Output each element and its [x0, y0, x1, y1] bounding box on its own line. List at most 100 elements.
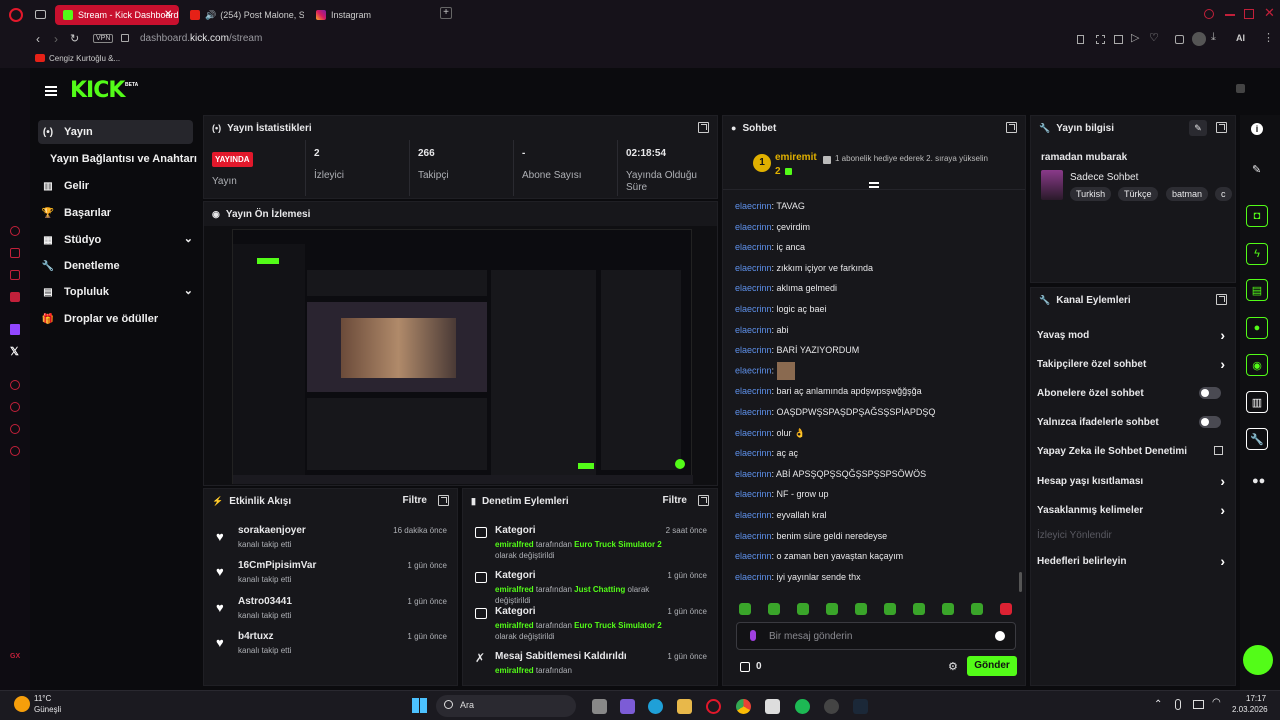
- player-icon[interactable]: ▷: [1131, 31, 1139, 44]
- vpn-badge[interactable]: VPN: [93, 34, 114, 43]
- close-window-button[interactable]: ✕: [1264, 5, 1275, 21]
- emotes-only-toggle[interactable]: [1199, 416, 1221, 428]
- sidebar-x-icon[interactable]: 𝕏: [10, 345, 19, 358]
- emote-icon[interactable]: [884, 603, 896, 615]
- chat-username[interactable]: elaecrinn: [735, 242, 772, 252]
- nav-yayin-baglantisi[interactable]: Yayın Bağlantısı ve Anahtarı: [50, 147, 220, 171]
- help-chat-button[interactable]: [1243, 645, 1273, 675]
- category-name[interactable]: Sadece Sohbet: [1070, 172, 1138, 183]
- emote-icon[interactable]: [971, 603, 983, 615]
- chat-username[interactable]: elaecrinn: [735, 572, 772, 582]
- follower-name[interactable]: b4rtuxz: [238, 631, 274, 642]
- opera-taskbar-icon[interactable]: [706, 699, 721, 714]
- collapse-icon[interactable]: [869, 182, 879, 188]
- pin-icon[interactable]: [1077, 35, 1084, 44]
- chat-username[interactable]: elaecrinn: [735, 448, 772, 458]
- action-banned-words[interactable]: Yasaklanmış kelimeler ›: [1037, 499, 1225, 521]
- popout-icon[interactable]: [698, 495, 709, 506]
- emote-icon[interactable]: [826, 603, 838, 615]
- rail-layout-button[interactable]: ▥: [1246, 391, 1268, 413]
- action-account-age[interactable]: Hesap yaşı kısıtlaması ›: [1037, 470, 1225, 492]
- info-icon[interactable]: i: [1251, 123, 1263, 135]
- download-icon[interactable]: ⤓: [1211, 31, 1216, 44]
- mic-tray-icon[interactable]: [1175, 699, 1181, 710]
- action-goals[interactable]: Hedefleri belirleyin ›: [1037, 550, 1225, 572]
- maximize-button[interactable]: [1244, 9, 1254, 19]
- action-slow-mode[interactable]: Yavaş mod ›: [1037, 324, 1225, 346]
- emote-icon[interactable]: [739, 603, 751, 615]
- pencil-icon[interactable]: ✎: [1252, 163, 1261, 176]
- weather-icon[interactable]: [14, 696, 30, 712]
- tabs-icon[interactable]: [1114, 35, 1123, 44]
- search-tabs-icon[interactable]: [1204, 9, 1214, 19]
- nav-gelir[interactable]: ▥ Gelir: [38, 174, 193, 198]
- tab-youtube[interactable]: 🔊 (254) Post Malone, Sw: [182, 5, 304, 25]
- menu-icon[interactable]: ⋮: [1263, 31, 1274, 44]
- pinned-username[interactable]: emiremit: [775, 152, 817, 163]
- rail-broadcast-button[interactable]: ◉: [1246, 354, 1268, 376]
- new-tab-button[interactable]: +: [440, 7, 452, 19]
- sidebar-messenger-icon[interactable]: [10, 292, 20, 302]
- follower-name[interactable]: sorakaenjoyer: [238, 525, 306, 536]
- chat-username[interactable]: elaecrinn: [735, 551, 772, 561]
- chat-username[interactable]: elaecrinn: [735, 469, 772, 479]
- chrome-icon[interactable]: [736, 699, 751, 714]
- tab-close-icon[interactable]: ✕: [164, 9, 172, 20]
- opera-logo-icon[interactable]: [9, 8, 23, 22]
- clock-time[interactable]: 17:17: [1246, 694, 1266, 703]
- mic-icon[interactable]: [750, 630, 756, 641]
- widgets-icon[interactable]: [620, 699, 635, 714]
- chat-scrollbar[interactable]: [1019, 572, 1022, 592]
- sidebar-player-icon[interactable]: [10, 380, 20, 390]
- chat-username[interactable]: elaecrinn: [735, 510, 772, 520]
- tag-pill[interactable]: Türkçe: [1118, 187, 1158, 201]
- snapshot-icon[interactable]: [1096, 35, 1105, 44]
- chat-username[interactable]: elaecrinn: [735, 283, 772, 293]
- chat-input[interactable]: Bir mesaj gönderin: [736, 622, 1016, 650]
- nav-yayin[interactable]: (•) Yayın: [38, 120, 193, 144]
- nav-basarilar[interactable]: 🏆 Başarılar: [38, 201, 193, 225]
- emote-icon[interactable]: [768, 603, 780, 615]
- taskbar-search[interactable]: [436, 695, 576, 717]
- edit-info-button[interactable]: ✎: [1189, 120, 1207, 136]
- chat-username[interactable]: elaecrinn: [735, 489, 772, 499]
- back-icon[interactable]: ‹: [36, 32, 40, 46]
- emote-icon[interactable]: [855, 603, 867, 615]
- chat-settings-icon[interactable]: ⚙: [948, 660, 958, 673]
- sidebar-feed-icon[interactable]: [10, 270, 20, 280]
- hamburger-menu-icon[interactable]: [45, 86, 57, 96]
- obs-icon[interactable]: [824, 699, 839, 714]
- chat-username[interactable]: elaecrinn: [735, 407, 772, 417]
- rail-record-button[interactable]: ◘: [1246, 205, 1268, 227]
- nav-denetleme[interactable]: 🔧 Denetleme: [38, 254, 193, 278]
- rail-document-button[interactable]: ▤: [1246, 279, 1268, 301]
- heart-icon[interactable]: ♡: [1149, 31, 1159, 44]
- sidebar-history-icon[interactable]: [10, 402, 20, 412]
- sidebar-gx-icon[interactable]: GX: [10, 653, 20, 660]
- filter-button[interactable]: Filtre: [663, 495, 687, 506]
- steam-icon[interactable]: [853, 699, 868, 714]
- windows-start-icon[interactable]: [412, 698, 427, 713]
- tray-chevron-icon[interactable]: ⌃: [1154, 699, 1162, 710]
- nav-droplar[interactable]: 🎁 Droplar ve ödüller: [38, 307, 193, 331]
- sidebar-settings-icon[interactable]: [10, 446, 20, 456]
- wifi-icon[interactable]: ◠: [1212, 697, 1221, 708]
- rail-wrench-button[interactable]: 🔧: [1246, 428, 1268, 450]
- chat-username[interactable]: elaecrinn: [735, 428, 772, 438]
- bookmark-item[interactable]: Cengiz Kurtoğlu &...: [49, 54, 120, 63]
- tag-pill[interactable]: Turkish: [1070, 187, 1112, 201]
- rail-chat-button[interactable]: ●: [1246, 317, 1268, 339]
- popout-icon[interactable]: [1216, 122, 1227, 133]
- chat-username[interactable]: elaecrinn: [735, 386, 772, 396]
- chat-username[interactable]: elaecrinn: [735, 365, 772, 375]
- store-icon[interactable]: [765, 699, 780, 714]
- ai-button[interactable]: AI: [1236, 33, 1245, 43]
- nav-studyo[interactable]: ▦ Stüdyo ⌄: [38, 228, 193, 252]
- send-button[interactable]: Gönder: [967, 656, 1017, 676]
- popout-icon[interactable]: [438, 495, 449, 506]
- subscribers-only-toggle[interactable]: [1199, 387, 1221, 399]
- channel-points-icon[interactable]: [740, 662, 750, 672]
- sidebar-download-icon[interactable]: [10, 424, 20, 434]
- popout-icon[interactable]: [698, 122, 709, 133]
- chat-username[interactable]: elaecrinn: [735, 325, 772, 335]
